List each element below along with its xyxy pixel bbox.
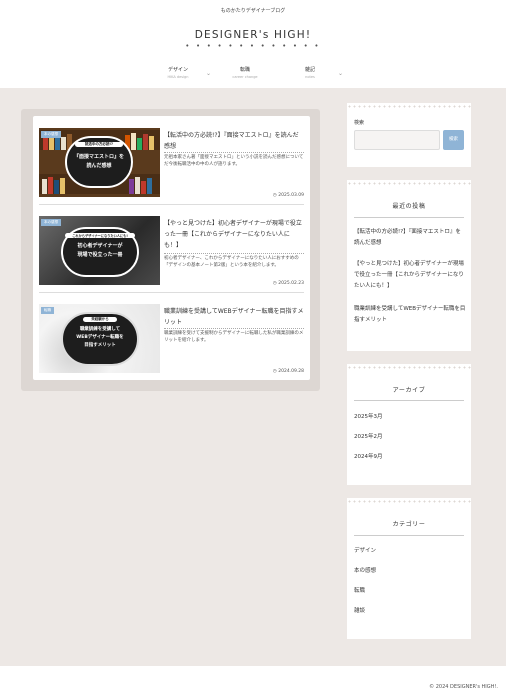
post-card[interactable]: 未経験から 職業訓練を受講して WEBデザイナー転職を 目指すメリット 転職 職… — [33, 292, 310, 374]
search-button[interactable]: 検索 — [443, 130, 464, 150]
divider — [164, 328, 304, 329]
post-list: 就活中の方必読!? 『面接マエストロ』を 読んだ感想 本の感想 【転活中の方必読… — [33, 116, 310, 380]
category-label: 転職 — [41, 307, 54, 314]
category-link[interactable]: 本の感想 — [354, 566, 466, 577]
chevron-down-icon[interactable]: ⌄ — [338, 70, 343, 77]
widget-decoration — [347, 366, 471, 369]
widget-decoration — [347, 105, 471, 108]
clock-icon: ◷ — [272, 281, 277, 286]
search-widget: 検索 検索 — [347, 103, 471, 167]
recent-post-link[interactable]: 【転活中の方必読!?】『面接マエストロ』を読んだ感想 — [354, 227, 466, 249]
nav-item-notes[interactable]: 雑記 notes — [290, 66, 330, 79]
widget-heading: カテゴリー — [392, 521, 426, 528]
post-card[interactable]: これからデザイナーになりたい人にも! 初心者デザイナーが 現場で役立った一冊 本… — [33, 204, 310, 286]
divider — [354, 535, 464, 536]
divider — [164, 253, 304, 254]
nav-item-career[interactable]: 転職 career change — [225, 66, 265, 79]
widget-heading: 最近の投稿 — [392, 203, 426, 210]
search-input[interactable] — [354, 130, 440, 150]
global-nav: デザイン HIKA design ⌄ 転職 career change 雑記 n… — [150, 66, 360, 84]
archive-link[interactable]: 2025年3月 — [354, 412, 466, 423]
clock-icon: ◷ — [272, 369, 277, 374]
site-footer: © 2024 DESIGNER's HIGH!. — [0, 666, 506, 700]
post-title[interactable]: 【やっと見つけた】初心者デザイナーが現場で役立った一冊【これからデザイナーになり… — [164, 218, 304, 251]
clock-icon: ◷ — [272, 193, 277, 198]
post-card[interactable]: 就活中の方必読!? 『面接マエストロ』を 読んだ感想 本の感想 【転活中の方必読… — [33, 116, 310, 198]
post-date: ◷ 2025.03.09 — [272, 193, 304, 198]
post-thumbnail[interactable]: 未経験から 職業訓練を受講して WEBデザイナー転職を 目指すメリット 転職 — [39, 304, 160, 373]
post-excerpt: 初心者デザイナー、これからデザイナーになりたい人におすすめの「デザインの基本ノー… — [164, 256, 299, 268]
divider — [354, 400, 464, 401]
nav-item-design[interactable]: デザイン HIKA design — [158, 66, 198, 79]
widget-decoration — [347, 500, 471, 503]
widget-decoration — [347, 182, 471, 185]
site-header: ものかたりデザイナーブログ DESIGNER's HIGH! • • • • •… — [0, 0, 506, 88]
nav-sublabel: notes — [305, 75, 315, 79]
post-excerpt: 元祖本家さん著「面接マエストロ」という小説を読んだ感想についてだ今後転職活中の中… — [164, 155, 304, 167]
archive-widget: アーカイブ 2025年3月 2025年2月 2024年9月 — [347, 364, 471, 485]
category-link[interactable]: 雑談 — [354, 606, 466, 617]
chevron-down-icon[interactable]: ⌄ — [206, 70, 211, 77]
post-thumbnail[interactable]: これからデザイナーになりたい人にも! 初心者デザイナーが 現場で役立った一冊 本… — [39, 216, 160, 285]
nav-label: 雑記 — [304, 67, 315, 73]
post-date: ◷ 2025.02.23 — [272, 281, 304, 286]
title-decoration: • • • • • • • • • • • • • — [185, 42, 321, 50]
nav-sublabel: HIKA design — [167, 75, 189, 79]
site-tagline: ものかたりデザイナーブログ — [220, 8, 286, 14]
category-link[interactable]: デザイン — [354, 546, 466, 557]
archive-link[interactable]: 2024年9月 — [354, 452, 466, 463]
category-label: 本の感想 — [41, 131, 61, 138]
divider — [164, 152, 304, 153]
nav-sublabel: career change — [232, 75, 258, 79]
recent-post-link[interactable]: 【やっと見つけた】初心者デザイナーが現場で役立った一冊【これからデザイナーになり… — [354, 259, 466, 292]
post-title[interactable]: 職業訓練を受講してWEBデザイナー転職を目指すメリット — [164, 306, 304, 328]
divider — [354, 217, 464, 218]
nav-label: デザイン — [167, 67, 188, 73]
site-title[interactable]: DESIGNER's HIGH! — [0, 29, 506, 41]
categories-widget: カテゴリー デザイン 本の感想 転職 雑談 — [347, 498, 471, 639]
recent-post-link[interactable]: 職業訓練を受講してWEBデザイナー転職を目指すメリット — [354, 304, 466, 326]
category-link[interactable]: 転職 — [354, 586, 466, 597]
recent-posts-widget: 最近の投稿 【転活中の方必読!?】『面接マエストロ』を読んだ感想 【やっと見つけ… — [347, 180, 471, 351]
post-date: ◷ 2024.09.28 — [272, 369, 304, 374]
post-title[interactable]: 【転活中の方必読!?】『面接マエストロ』を読んだ感想 — [164, 130, 304, 152]
search-label: 検索 — [354, 120, 365, 126]
nav-label: 転職 — [239, 67, 250, 73]
widget-heading: アーカイブ — [392, 387, 426, 394]
archive-link[interactable]: 2025年2月 — [354, 432, 466, 443]
post-excerpt: 職業訓練を受けて支援制からデザイナーに転職した私が職業訓練のメリットを紹介します… — [164, 331, 304, 343]
copyright: © 2024 DESIGNER's HIGH!. — [429, 684, 498, 690]
post-thumbnail[interactable]: 就活中の方必読!? 『面接マエストロ』を 読んだ感想 本の感想 — [39, 128, 160, 197]
category-label: 本の感想 — [41, 219, 61, 226]
